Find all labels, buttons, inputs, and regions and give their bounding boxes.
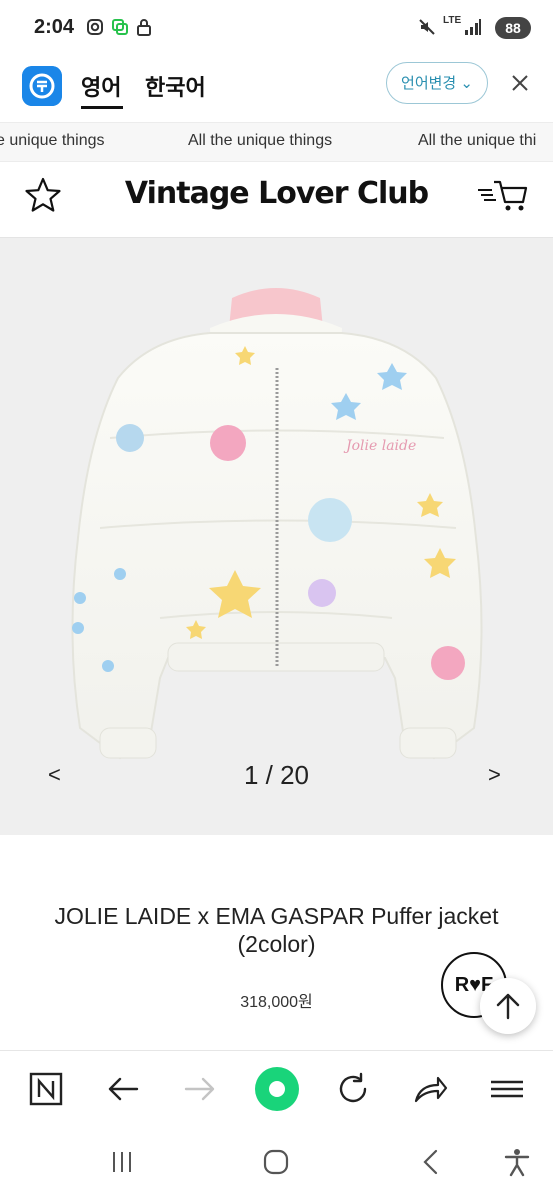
network-type: LTE — [443, 15, 462, 26]
recents-icon[interactable] — [106, 1146, 138, 1178]
marquee-item: e unique things — [0, 132, 105, 149]
status-time: 2:04 — [34, 16, 75, 38]
back-arrow-icon[interactable] — [103, 1069, 143, 1109]
close-icon[interactable] — [508, 71, 532, 95]
messenger-icon — [112, 19, 128, 35]
back-icon[interactable] — [416, 1146, 448, 1178]
n-icon[interactable] — [26, 1069, 66, 1109]
instagram-icon — [87, 19, 103, 35]
status-bar: 2:04 LTE 88 — [0, 0, 553, 56]
product-title: JOLIE LAIDE x EMA GASPAR Puffer jacket (… — [54, 903, 499, 957]
next-image-button[interactable]: > — [488, 762, 501, 788]
product-gallery[interactable]: Jolie laide — [0, 238, 553, 835]
change-language-label: 언어변경 — [401, 75, 457, 92]
share-icon[interactable] — [410, 1069, 450, 1109]
brand-logo[interactable]: Vintage Lover Club — [0, 176, 553, 211]
refresh-icon[interactable] — [333, 1069, 373, 1109]
home-circle-icon[interactable] — [254, 1066, 300, 1112]
marquee-item: All the unique things — [188, 132, 333, 149]
forward-arrow-icon[interactable] — [180, 1069, 220, 1109]
papago-logo-icon[interactable] — [22, 66, 62, 106]
battery-indicator: 88 — [495, 17, 531, 39]
jacket-print-text: Jolie laide — [343, 438, 416, 454]
marquee-banner: e unique things All the unique things Al… — [0, 122, 553, 162]
image-counter: 1 / 20 — [243, 760, 310, 790]
signal-icon — [465, 19, 481, 35]
cart-icon[interactable] — [476, 178, 528, 214]
chevron-down-icon: ⌄ — [460, 75, 473, 92]
menu-icon[interactable] — [487, 1069, 527, 1109]
product-image: Jolie laide — [71, 288, 483, 760]
home-icon[interactable] — [260, 1146, 292, 1178]
lock-icon — [137, 19, 151, 36]
tab-korean[interactable]: 한국어 — [145, 70, 206, 102]
accessibility-icon[interactable] — [501, 1146, 533, 1178]
mute-icon — [419, 19, 435, 35]
active-tab-underline — [81, 106, 123, 109]
change-language-button[interactable]: 언어변경 ⌄ — [386, 62, 488, 104]
scroll-to-top-button[interactable] — [480, 978, 536, 1034]
marquee-item: All the unique thi — [418, 132, 537, 149]
tab-english[interactable]: 영어 — [81, 70, 121, 102]
